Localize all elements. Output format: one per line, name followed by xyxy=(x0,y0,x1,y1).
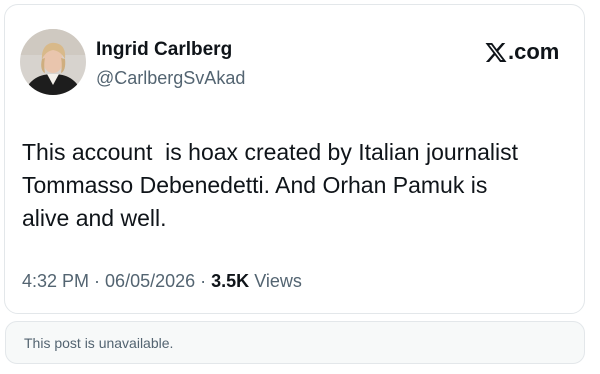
post-text: This account is hoax created by Italian … xyxy=(22,139,519,231)
x-logo-icon xyxy=(485,42,507,63)
avatar[interactable] xyxy=(20,29,86,95)
avatar-photo-icon xyxy=(20,29,86,95)
post-date[interactable]: 06/05/2026 xyxy=(105,271,195,291)
post-metadata: 4:32 PM · 06/05/2026 · 3.5K Views xyxy=(22,271,302,292)
unavailable-post-notice: This post is unavailable. xyxy=(5,321,585,364)
tweet-embed-screenshot: Ingrid Carlberg @CarlbergSvAkad .com Thi… xyxy=(0,0,600,374)
brand-domain-label: .com xyxy=(508,39,560,64)
author-name[interactable]: Ingrid Carlberg xyxy=(96,39,232,61)
meta-separator: · xyxy=(89,271,106,291)
post-card[interactable]: Ingrid Carlberg @CarlbergSvAkad .com Thi… xyxy=(4,4,585,314)
x-brand-link[interactable]: .com xyxy=(485,39,559,65)
author-handle[interactable]: @CarlbergSvAkad xyxy=(96,68,245,89)
unavailable-post-text: This post is unavailable. xyxy=(24,335,174,351)
post-time[interactable]: 4:32 PM xyxy=(22,271,89,291)
views-label: Views xyxy=(254,271,302,291)
meta-separator: · xyxy=(195,271,212,291)
views-count: 3.5K xyxy=(211,271,250,291)
